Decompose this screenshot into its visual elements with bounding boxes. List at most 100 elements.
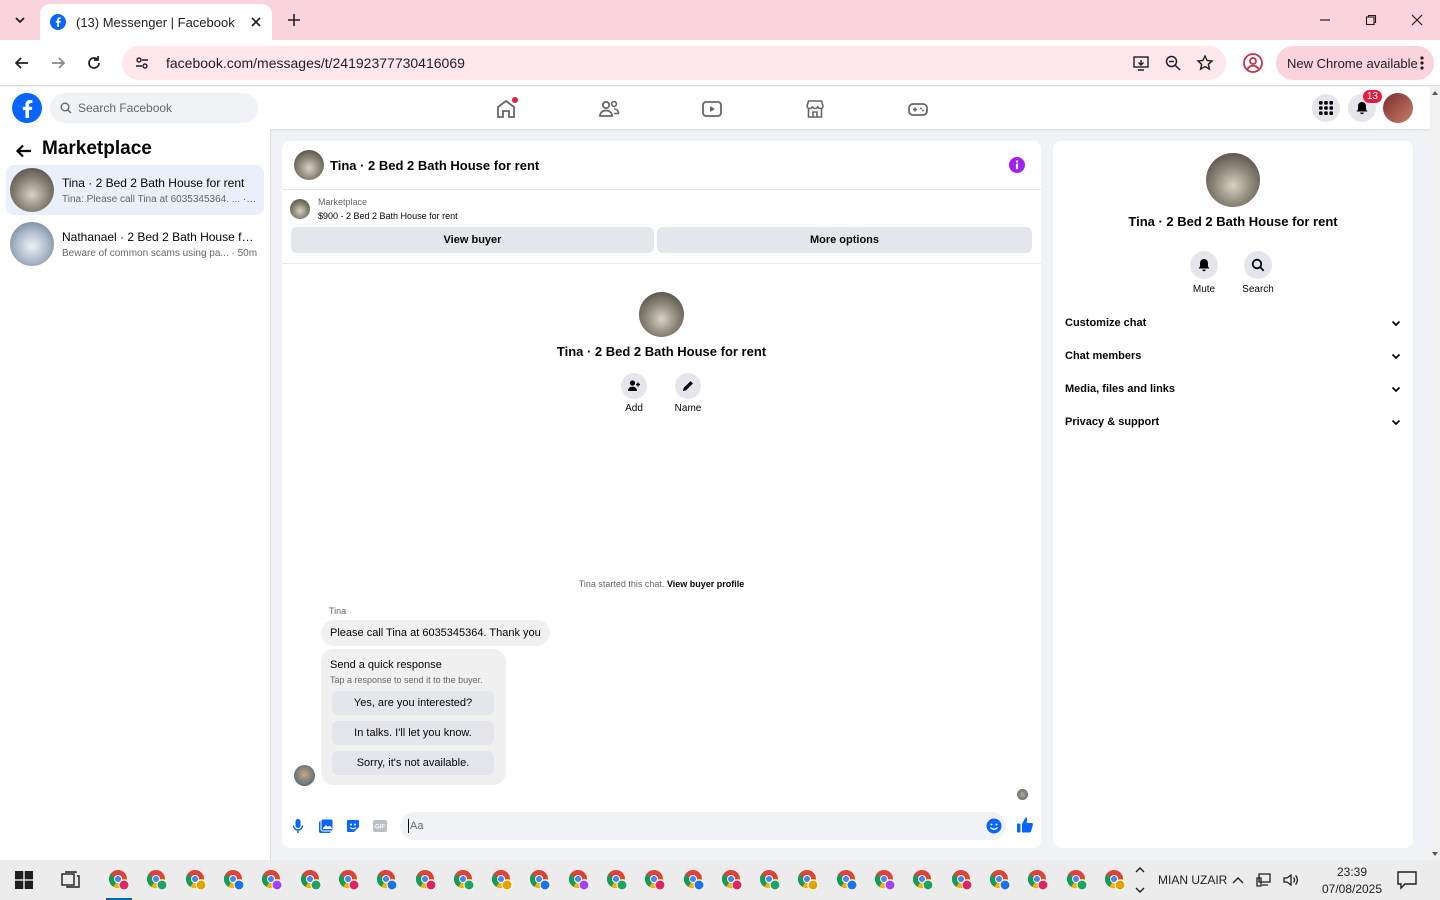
view-buyer-button[interactable]: View buyer — [291, 227, 654, 253]
taskbar-chrome-window[interactable] — [981, 860, 1019, 900]
taskbar-chrome-window[interactable] — [674, 860, 712, 900]
taskbar-chrome-window[interactable] — [445, 860, 483, 900]
conversation-item-nathanael[interactable]: Nathanael · 2 Bed 2 Bath House fo... Bew… — [6, 219, 264, 269]
nav-home[interactable] — [494, 97, 518, 121]
close-tab-icon[interactable] — [250, 16, 262, 28]
customize-chat-section[interactable]: Customize chat — [1065, 312, 1401, 334]
sender-avatar[interactable] — [294, 765, 315, 786]
taskbar-chrome-window[interactable] — [598, 860, 636, 900]
taskbar-chrome-window[interactable] — [368, 860, 406, 900]
listing-title[interactable]: $900 - 2 Bed 2 Bath House for rent — [318, 211, 458, 221]
microphone-icon[interactable] — [290, 818, 306, 834]
zoom-icon[interactable] — [1164, 54, 1182, 72]
taskbar-chrome-window[interactable] — [406, 860, 444, 900]
task-view-button[interactable] — [52, 860, 90, 900]
photo-icon[interactable] — [318, 818, 334, 834]
nav-video[interactable] — [700, 97, 724, 121]
taskbar-chrome-window[interactable] — [177, 860, 215, 900]
sticker-icon[interactable] — [345, 818, 361, 834]
info-icon[interactable] — [1009, 157, 1025, 173]
back-arrow-icon[interactable] — [14, 141, 34, 161]
new-chrome-available-button[interactable]: New Chrome available — [1276, 46, 1434, 80]
taskbar-clock[interactable]: 23:39 07/08/2025 — [1320, 864, 1384, 898]
more-options-button[interactable]: More options — [657, 227, 1032, 253]
listing-thumbnail[interactable] — [290, 199, 310, 219]
taskbar-chrome-window[interactable] — [330, 860, 368, 900]
taskbar-chrome-window[interactable] — [904, 860, 942, 900]
privacy-support-section[interactable]: Privacy & support — [1065, 411, 1401, 433]
profile-icon[interactable] — [1242, 52, 1264, 74]
start-button[interactable] — [0, 860, 48, 900]
quick-reply-button[interactable]: In talks. I'll let you know. — [332, 721, 494, 745]
message-input[interactable]: Aa — [400, 812, 1006, 840]
facebook-search-box[interactable]: Search Facebook — [50, 93, 258, 123]
show-hidden-icons-icon[interactable] — [1230, 872, 1246, 888]
taskbar-chrome-window[interactable] — [215, 860, 253, 900]
taskbar-chrome-window[interactable] — [253, 860, 291, 900]
menu-button[interactable] — [1312, 94, 1340, 122]
taskbar-chrome-window[interactable] — [636, 860, 674, 900]
taskbar-chrome-window[interactable] — [483, 860, 521, 900]
forward-button[interactable] — [44, 49, 72, 77]
taskbar-chrome-window[interactable] — [943, 860, 981, 900]
chat-header-avatar[interactable] — [294, 150, 324, 180]
nav-friends[interactable] — [597, 97, 621, 121]
notifications-button[interactable]: 13 — [1348, 90, 1382, 122]
install-app-icon[interactable] — [1132, 54, 1150, 72]
thumbs-up-icon[interactable] — [1016, 816, 1034, 834]
taskbar-chrome-window[interactable] — [866, 860, 904, 900]
taskbar-scroll[interactable] — [1132, 860, 1148, 900]
taskbar-chrome-window[interactable] — [713, 860, 751, 900]
gif-icon[interactable]: GIF — [372, 818, 388, 834]
network-icon[interactable] — [1256, 872, 1272, 888]
taskbar-chrome-window[interactable] — [521, 860, 559, 900]
nav-gaming[interactable] — [906, 97, 930, 121]
browser-tab-active[interactable]: (13) Messenger | Facebook — [40, 4, 272, 40]
site-settings-icon[interactable] — [134, 55, 150, 71]
facebook-logo-icon[interactable] — [12, 93, 42, 123]
chat-header-title[interactable]: Tina · 2 Bed 2 Bath House for rent — [330, 158, 539, 173]
mute-button[interactable]: Mute — [1184, 251, 1224, 295]
address-bar[interactable]: facebook.com/messages/t/2419237773041606… — [122, 46, 1226, 80]
quick-reply-button[interactable]: Yes, are you interested? — [332, 691, 494, 715]
nav-marketplace[interactable] — [803, 97, 827, 121]
conversation-item-tina[interactable]: Tina · 2 Bed 2 Bath House for rent Tina:… — [6, 165, 264, 215]
scroll-up-icon[interactable] — [1431, 90, 1439, 96]
page-scrollbar[interactable] — [1430, 87, 1440, 860]
url-text[interactable]: facebook.com/messages/t/2419237773041606… — [166, 55, 1132, 71]
message-bubble[interactable]: Please call Tina at 6035345364. Thank yo… — [321, 620, 550, 646]
emoji-icon[interactable] — [986, 818, 1002, 834]
name-chat-button[interactable]: Name — [671, 373, 705, 414]
chat-members-section[interactable]: Chat members — [1065, 345, 1401, 367]
taskbar-chrome-window[interactable] — [789, 860, 827, 900]
scroll-down-icon[interactable] — [1431, 851, 1439, 857]
search-in-chat-button[interactable]: Search — [1238, 251, 1278, 295]
chevron-down-icon[interactable] — [1135, 887, 1145, 894]
action-center-icon[interactable] — [1396, 870, 1418, 890]
account-avatar[interactable] — [1383, 93, 1413, 123]
bookmark-star-icon[interactable] — [1196, 54, 1214, 72]
chevron-up-icon[interactable] — [1135, 866, 1145, 873]
taskbar-chrome-window[interactable] — [751, 860, 789, 900]
media-files-links-section[interactable]: Media, files and links — [1065, 378, 1401, 400]
view-buyer-profile-link[interactable]: View buyer profile — [667, 579, 744, 589]
new-tab-button[interactable] — [282, 8, 306, 32]
minimize-button[interactable] — [1302, 0, 1348, 40]
volume-icon[interactable] — [1282, 872, 1300, 888]
taskbar-chrome-window[interactable] — [560, 860, 598, 900]
taskbar-chrome-window[interactable] — [138, 860, 176, 900]
taskbar-chrome-window[interactable] — [291, 860, 329, 900]
taskbar-chrome-window[interactable] — [1019, 860, 1057, 900]
taskbar-chrome-window[interactable] — [1057, 860, 1095, 900]
back-button[interactable] — [8, 49, 36, 77]
quick-reply-button[interactable]: Sorry, it's not available. — [332, 751, 494, 775]
restore-button[interactable] — [1348, 0, 1394, 40]
tray-user-name[interactable]: MIAN UZAIR — [1158, 873, 1227, 887]
taskbar-chrome-window[interactable] — [1096, 860, 1134, 900]
tab-search-button[interactable] — [8, 8, 32, 32]
add-people-button[interactable]: Add — [617, 373, 651, 414]
taskbar-chrome-window[interactable] — [100, 860, 138, 900]
close-window-button[interactable] — [1394, 0, 1440, 40]
taskbar-chrome-window[interactable] — [828, 860, 866, 900]
reload-button[interactable] — [80, 49, 108, 77]
